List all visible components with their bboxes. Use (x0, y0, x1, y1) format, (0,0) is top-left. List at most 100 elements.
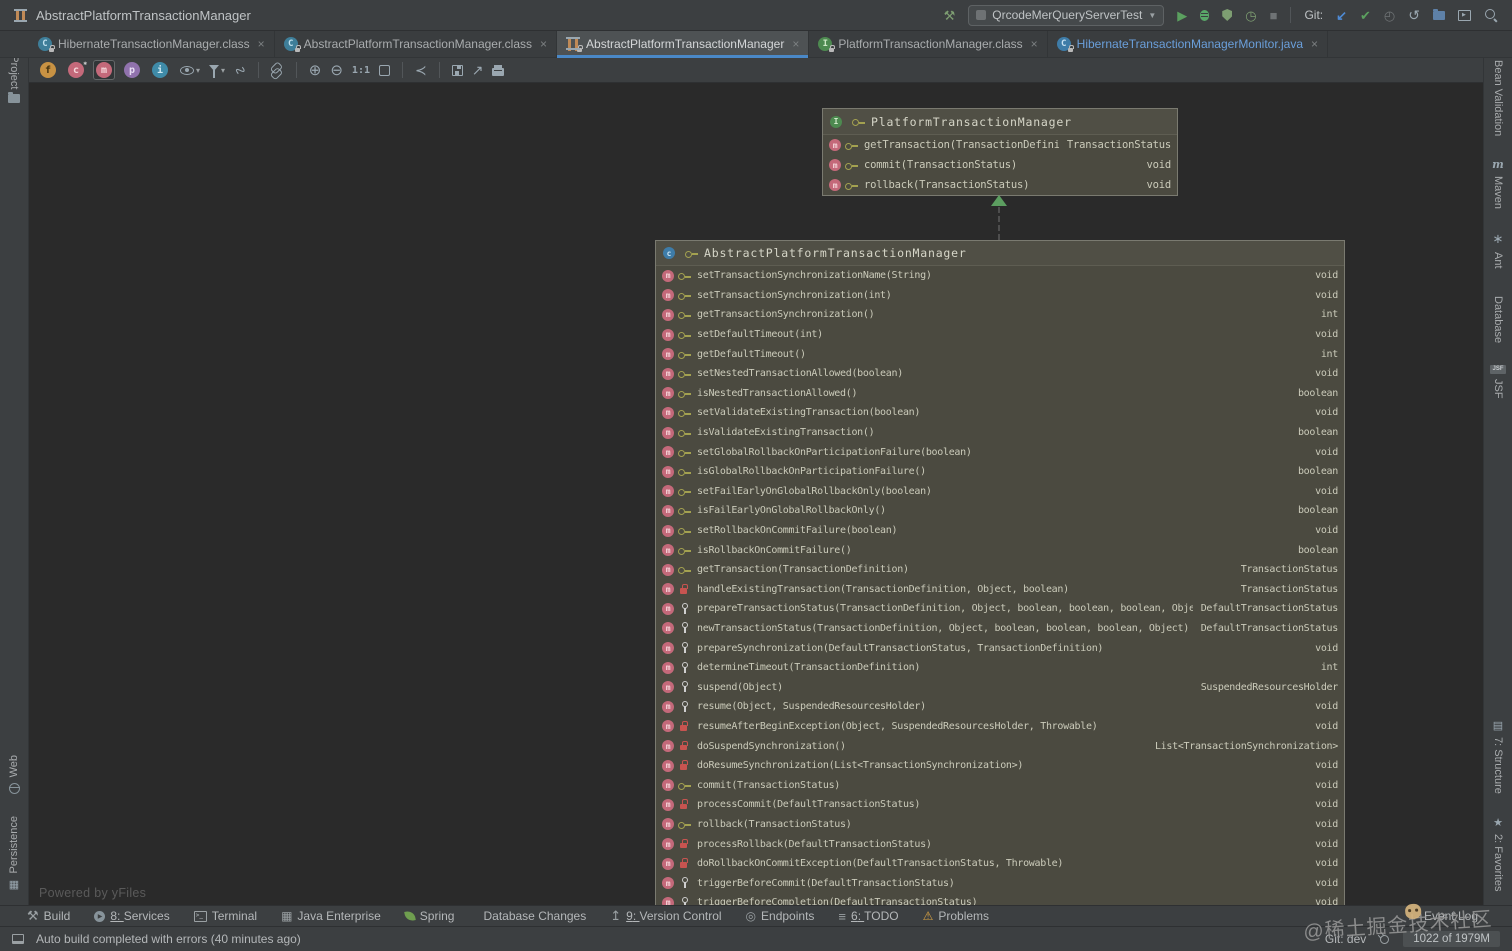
method-row[interactable]: triggerBeforeCompletion(DefaultTransacti… (656, 893, 1344, 905)
method-row[interactable]: getTransactionSynchronization() int (656, 305, 1344, 325)
method-row[interactable]: doSuspendSynchronization() List<Transact… (656, 736, 1344, 756)
close-icon[interactable]: × (1031, 37, 1038, 51)
method-row[interactable]: processRollback(DefaultTransactionStatus… (656, 834, 1344, 854)
method-row[interactable]: getDefaultTimeout() int (656, 344, 1344, 364)
method-row[interactable]: rollback(TransactionStatus) void (656, 815, 1344, 835)
method-row[interactable]: setNestedTransactionAllowed(boolean) voi… (656, 364, 1344, 384)
tool-button-version-control[interactable]: 9Version Control (610, 908, 721, 924)
run-configuration-selector[interactable]: QrcodeMerQueryServerTest ▼ (968, 4, 1165, 26)
class-header[interactable]: AbstractPlatformTransactionManager (656, 241, 1344, 266)
method-row[interactable]: handleExistingTransaction(TransactionDef… (656, 580, 1344, 600)
method-row[interactable]: getTransaction(TransactionDefinition) Tr… (656, 560, 1344, 580)
method-row[interactable]: isNestedTransactionAllowed() boolean (656, 384, 1344, 404)
diagram-canvas[interactable]: PlatformTransactionManager getTransactio… (29, 83, 1483, 905)
git-branch-label[interactable]: Git: dev (1325, 932, 1366, 946)
method-row[interactable]: prepareSynchronization(DefaultTransactio… (656, 638, 1344, 658)
tool-button-endpoints[interactable]: Endpoints (746, 909, 814, 923)
actual-size-button[interactable]: 1:1 (352, 65, 370, 76)
close-icon[interactable]: × (258, 37, 265, 51)
fields-toggle[interactable]: f (37, 60, 59, 80)
tool-button-problems[interactable]: Problems (923, 909, 989, 923)
tool-button-terminal[interactable]: Terminal (193, 909, 257, 923)
tool-button-maven[interactable]: Maven (1492, 158, 1504, 209)
tool-button-web[interactable]: Web (8, 755, 20, 794)
recent-files-folder-icon[interactable] (1433, 8, 1445, 20)
apply-layout-icon[interactable]: ≺ (415, 63, 427, 77)
save-diagram-icon[interactable] (451, 64, 463, 76)
close-icon[interactable]: × (1311, 37, 1318, 51)
tool-window-icon[interactable] (1458, 9, 1471, 21)
toggle-tool-windows-icon[interactable] (12, 934, 24, 944)
tool-button-database[interactable]: Database (1492, 291, 1504, 343)
methods-toggle[interactable]: m (93, 60, 115, 80)
close-icon[interactable]: × (540, 37, 547, 51)
status-message[interactable]: Auto build completed with errors (40 min… (36, 932, 301, 946)
method-row[interactable]: commit(TransactionStatus) void (823, 155, 1177, 175)
method-row[interactable]: doRollbackOnCommitException(DefaultTrans… (656, 854, 1344, 874)
memory-indicator[interactable]: 1022 of 1979M (1403, 931, 1500, 947)
tool-button-favorites[interactable]: 2: Favorites (1492, 816, 1504, 891)
method-row[interactable]: setTransactionSynchronization(int) void (656, 286, 1344, 306)
rollback-icon[interactable]: ↺ (1408, 8, 1420, 22)
tab-hibernate-transaction-manager-class[interactable]: HibernateTransactionManager.class × (29, 31, 275, 57)
tool-button-persistence[interactable]: Persistence (8, 816, 20, 891)
tool-button-java-enterprise[interactable]: Java Enterprise (281, 909, 380, 923)
method-row[interactable]: getTransaction(TransactionDefinition) Tr… (823, 135, 1177, 155)
run-icon[interactable]: ▶ (1177, 9, 1187, 22)
properties-toggle[interactable]: p (121, 60, 143, 80)
inner-classes-toggle[interactable]: i (149, 60, 171, 80)
run-with-coverage-icon[interactable] (1222, 9, 1233, 21)
fit-content-icon[interactable] (378, 64, 390, 76)
tab-abstract-platform-transaction-manager-diagram[interactable]: AbstractPlatformTransactionManager × (557, 31, 810, 58)
tool-button-ant[interactable]: Ant (1492, 231, 1504, 269)
dependencies-icon[interactable]: ∿ (230, 60, 250, 79)
method-row[interactable]: isGlobalRollbackOnParticipationFailure()… (656, 462, 1344, 482)
vcs-update-icon[interactable]: ↙ (1336, 9, 1347, 22)
profiler-icon[interactable]: ◷ (1245, 9, 1256, 22)
method-row[interactable]: doResumeSynchronization(List<Transaction… (656, 756, 1344, 776)
search-everywhere-icon[interactable] (1484, 8, 1498, 22)
method-row[interactable]: setValidateExistingTransaction(boolean) … (656, 403, 1344, 423)
method-row[interactable]: suspend(Object) SuspendedResourcesHolder (656, 677, 1344, 697)
export-icon[interactable]: ↗ (472, 63, 484, 77)
print-icon[interactable] (492, 64, 505, 76)
visibility-level-button[interactable]: ▾ (180, 65, 200, 75)
method-row[interactable]: setDefaultTimeout(int) void (656, 325, 1344, 345)
method-row[interactable]: triggerBeforeCommit(DefaultTransactionSt… (656, 873, 1344, 893)
method-row[interactable]: isFailEarlyOnGlobalRollbackOnly() boolea… (656, 501, 1344, 521)
method-row[interactable]: prepareTransactionStatus(TransactionDefi… (656, 599, 1344, 619)
method-row[interactable]: commit(TransactionStatus) void (656, 775, 1344, 795)
constructors-toggle[interactable]: c (65, 60, 87, 80)
method-row[interactable]: resumeAfterBeginException(Object, Suspen… (656, 717, 1344, 737)
uml-node-abstract-platform-transaction-manager[interactable]: AbstractPlatformTransactionManager setTr… (655, 240, 1345, 905)
tab-abstract-platform-transaction-manager-class[interactable]: AbstractPlatformTransactionManager.class… (275, 31, 558, 57)
tab-platform-transaction-manager-class[interactable]: PlatformTransactionManager.class × (809, 31, 1048, 57)
method-row[interactable]: setRollbackOnCommitFailure(boolean) void (656, 521, 1344, 541)
vcs-commit-check-icon[interactable]: ✔ (1360, 9, 1371, 22)
tool-button-structure[interactable]: 7: Structure (1492, 719, 1504, 794)
method-row[interactable]: setTransactionSynchronizationName(String… (656, 266, 1344, 286)
tool-button-build[interactable]: Build (27, 908, 71, 924)
build-hammer-icon[interactable]: ⚒ (944, 9, 956, 22)
method-row[interactable]: resume(Object, SuspendedResourcesHolder)… (656, 697, 1344, 717)
tool-button-todo[interactable]: 6TODO (838, 909, 899, 924)
zoom-out-icon[interactable]: ⊖ (330, 63, 343, 78)
method-row[interactable]: processCommit(DefaultTransactionStatus) … (656, 795, 1344, 815)
link-icon[interactable] (268, 61, 286, 79)
method-row[interactable]: newTransactionStatus(TransactionDefiniti… (656, 619, 1344, 639)
method-row[interactable]: setGlobalRollbackOnParticipationFailure(… (656, 442, 1344, 462)
method-row[interactable]: setFailEarlyOnGlobalRollbackOnly(boolean… (656, 482, 1344, 502)
tool-button-event-log[interactable]: Event Log (1424, 909, 1478, 923)
close-icon[interactable]: × (792, 37, 799, 51)
tool-button-spring[interactable]: Spring (404, 909, 454, 923)
tool-button-database-changes[interactable]: Database Changes (478, 909, 586, 923)
method-row[interactable]: rollback(TransactionStatus) void (823, 175, 1177, 195)
uml-node-platform-transaction-manager[interactable]: PlatformTransactionManager getTransactio… (822, 108, 1178, 196)
method-row[interactable]: isRollbackOnCommitFailure() boolean (656, 540, 1344, 560)
interface-header[interactable]: PlatformTransactionManager (823, 109, 1177, 135)
power-plug-icon[interactable] (1378, 932, 1392, 946)
debug-bug-icon[interactable] (1200, 9, 1210, 21)
tool-button-services[interactable]: 8Services (94, 909, 170, 923)
tab-hibernate-transaction-manager-monitor-java[interactable]: HibernateTransactionManagerMonitor.java … (1048, 31, 1329, 57)
tool-button-jsf[interactable]: JSF (1490, 364, 1506, 398)
